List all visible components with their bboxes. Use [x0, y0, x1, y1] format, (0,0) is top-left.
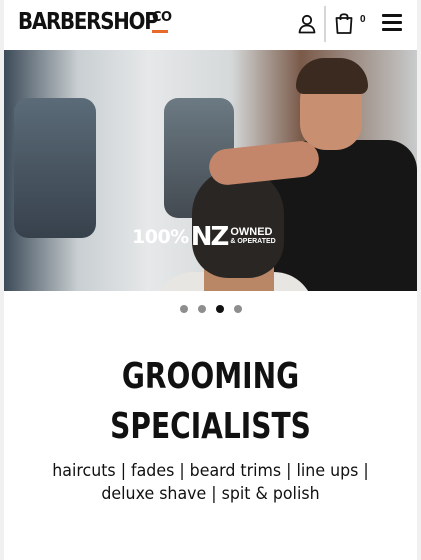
services-tagline: haircuts | fades | beard trims | line up…: [46, 460, 374, 506]
page-headline: GROOMING SPECIALISTS: [49, 352, 371, 452]
header-divider: [324, 6, 326, 42]
hero-photo-barber-hair: [296, 58, 368, 94]
badge-country: NZ: [190, 222, 230, 252]
site-logo[interactable]: BARBERSHOP CO: [18, 8, 180, 40]
cart-button[interactable]: 0: [334, 10, 368, 38]
logo-underline: [152, 30, 168, 33]
hero-photo-mirror: [14, 98, 96, 238]
headline-line-1: GROOMING: [121, 356, 300, 397]
badge-owned: OWNED: [230, 226, 273, 238]
cart-count: 0: [360, 14, 366, 25]
tagline-line-2: deluxe shave | spit & polish: [101, 484, 320, 504]
carousel-dot-1[interactable]: [179, 305, 188, 313]
logo-wordmark: BARBERSHOP: [18, 9, 159, 35]
badge-owned-text: OWNED & OPERATED: [230, 227, 275, 247]
hero-banner[interactable]: 100% NZ OWNED & OPERATED: [4, 50, 417, 291]
carousel-dots: [4, 304, 417, 314]
headline-line-2: SPECIALISTS: [110, 406, 311, 447]
badge-operated: & OPERATED: [230, 238, 276, 245]
carousel-dot-3[interactable]: [215, 305, 224, 313]
account-button[interactable]: [292, 10, 322, 38]
badge-percent: 100%: [132, 226, 189, 248]
shopping-bag-icon: [335, 13, 353, 34]
site-header: BARBERSHOP CO 0: [4, 0, 417, 50]
carousel-dot-4[interactable]: [233, 305, 242, 313]
nz-owned-badge: 100% NZ OWNED & OPERATED: [132, 222, 276, 252]
hamburger-menu-icon: [382, 14, 402, 31]
carousel-dot-2[interactable]: [197, 305, 206, 313]
logo-suffix: CO: [152, 10, 172, 25]
page: BARBERSHOP CO 0 100% NZ OWNED & OPERATED…: [4, 0, 417, 560]
menu-button[interactable]: [382, 14, 402, 32]
tagline-line-1: haircuts | fades | beard trims | line up…: [52, 461, 369, 481]
user-icon: [298, 14, 316, 34]
